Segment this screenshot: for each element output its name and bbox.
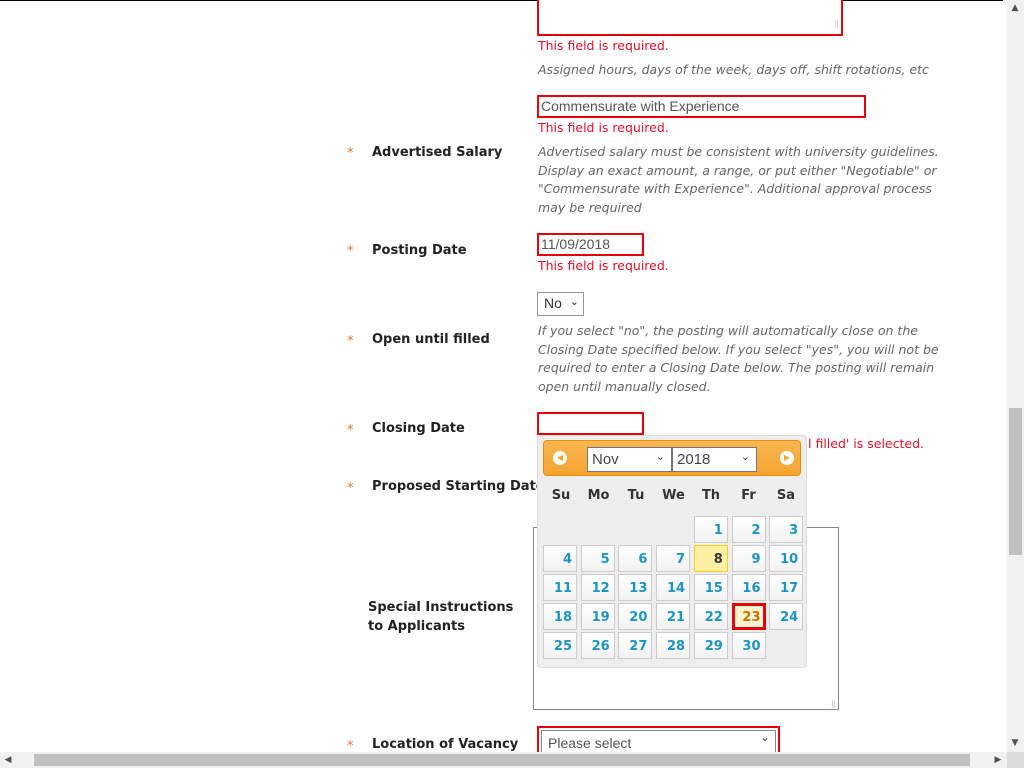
- open-until-filled-select[interactable]: No ⌄: [537, 292, 584, 316]
- day-cell-7[interactable]: 7: [656, 545, 691, 572]
- day-cell-3[interactable]: 3: [769, 516, 804, 543]
- day-cell-1[interactable]: 1: [693, 516, 728, 543]
- horizontal-scrollbar[interactable]: ◀ ▶: [0, 752, 1007, 768]
- required-star-icon: *: [347, 334, 354, 349]
- advertised-salary-input[interactable]: Commensurate with Experience: [537, 95, 866, 118]
- day-cell-9[interactable]: 9: [731, 545, 766, 572]
- day-cell-5[interactable]: 5: [580, 545, 615, 572]
- day-cell-25[interactable]: 25: [543, 632, 577, 659]
- day-cell-15[interactable]: 15: [693, 574, 728, 601]
- day-cell-26[interactable]: 26: [580, 632, 615, 659]
- open-until-filled-hint: If you select "no", the posting will aut…: [538, 323, 939, 394]
- weekday-header: We: [662, 488, 685, 503]
- schedule-hint: Assigned hours, days of the week, days o…: [538, 62, 929, 77]
- horizontal-scroll-thumb[interactable]: [34, 754, 970, 766]
- day-cell-10[interactable]: 10: [769, 545, 804, 572]
- datepicker: ◀ Nov ⌄ 2018 ⌄ ▶ Su Mo Tu We Th Fr Sa 1234567891…: [537, 435, 807, 668]
- weekday-header: Tu: [627, 488, 645, 503]
- open-until-filled-value: No: [544, 295, 562, 311]
- next-month-icon[interactable]: ▶: [780, 451, 794, 465]
- weekday-header: Th: [701, 488, 721, 503]
- required-star-icon: *: [347, 481, 354, 496]
- weekday-header: Mo: [587, 488, 610, 503]
- day-cell-22[interactable]: 22: [693, 603, 728, 630]
- closing-date-input[interactable]: [537, 412, 644, 435]
- day-cell-18[interactable]: 18: [543, 603, 577, 630]
- datepicker-header: ◀ Nov ⌄ 2018 ⌄ ▶: [543, 440, 801, 476]
- year-value: 2018: [677, 451, 711, 468]
- day-cell-12[interactable]: 12: [580, 574, 615, 601]
- vertical-scrollbar[interactable]: ▲ ▼: [1007, 0, 1024, 752]
- day-cell-20[interactable]: 20: [618, 603, 653, 630]
- day-cell-11[interactable]: 11: [543, 574, 577, 601]
- open-until-filled-label: Open until filled: [372, 332, 490, 347]
- resize-grip-icon[interactable]: ⣿: [831, 700, 836, 708]
- required-star-icon: *: [347, 244, 354, 259]
- posting-date-label: Posting Date: [372, 243, 467, 258]
- year-select[interactable]: 2018 ⌄: [672, 447, 757, 472]
- day-cell-19[interactable]: 19: [580, 603, 615, 630]
- scroll-right-icon[interactable]: ▶: [990, 755, 1006, 765]
- required-star-icon: *: [347, 423, 354, 438]
- scroll-left-icon[interactable]: ◀: [0, 755, 16, 765]
- salary-error: This field is required.: [538, 120, 669, 135]
- scroll-down-icon[interactable]: ▼: [1007, 738, 1023, 748]
- day-cell-30[interactable]: 30: [731, 632, 766, 659]
- chevron-down-icon: ⌄: [569, 296, 579, 308]
- chevron-down-icon: ⌄: [655, 451, 665, 463]
- day-cell-28[interactable]: 28: [656, 632, 691, 659]
- required-star-icon: *: [347, 146, 354, 161]
- day-cell-14[interactable]: 14: [656, 574, 691, 601]
- work-schedule-textarea[interactable]: ⣿: [537, 0, 843, 36]
- location-label: Location of Vacancy: [372, 737, 519, 752]
- day-cell-4[interactable]: 4: [543, 545, 577, 572]
- closing-date-label: Closing Date: [372, 421, 465, 436]
- chevron-down-icon: ⌄: [740, 451, 750, 463]
- scrollbar-corner: [1007, 752, 1024, 768]
- resize-grip-icon[interactable]: ⣿: [834, 17, 839, 33]
- schedule-error: This field is required.: [538, 38, 669, 53]
- day-cell-23[interactable]: 23: [731, 603, 766, 630]
- weekday-header: Sa: [776, 488, 796, 503]
- salary-hint: Advertised salary must be consistent wit…: [538, 144, 939, 215]
- scroll-up-icon[interactable]: ▲: [1007, 3, 1023, 13]
- day-cell-29[interactable]: 29: [693, 632, 728, 659]
- prev-month-icon[interactable]: ◀: [553, 451, 567, 465]
- closing-error: l filled' is selected.: [808, 436, 924, 451]
- posting-error: This field is required.: [538, 258, 669, 273]
- weekday-header: Fr: [741, 488, 756, 503]
- day-cell-27[interactable]: 27: [618, 632, 653, 659]
- day-cell-8[interactable]: 8: [693, 545, 728, 572]
- posting-date-input[interactable]: 11/09/2018: [537, 233, 644, 256]
- day-cell-21[interactable]: 21: [656, 603, 691, 630]
- weekday-header: Su: [551, 488, 571, 503]
- vertical-scroll-thumb[interactable]: [1009, 408, 1022, 555]
- day-cell-2[interactable]: 2: [731, 516, 766, 543]
- day-cell-16[interactable]: 16: [731, 574, 766, 601]
- chevron-down-icon: ⌄: [759, 730, 770, 744]
- month-value: Nov: [592, 451, 619, 468]
- advertised-salary-label: Advertised Salary: [372, 145, 503, 160]
- special-instructions-label: Special Instructions to Applicants: [368, 600, 514, 634]
- day-cell-6[interactable]: 6: [618, 545, 653, 572]
- day-cell-17[interactable]: 17: [769, 574, 804, 601]
- day-cell-24[interactable]: 24: [769, 603, 804, 630]
- top-border: [0, 0, 1003, 1]
- day-cell-13[interactable]: 13: [618, 574, 653, 601]
- month-select[interactable]: Nov ⌄: [587, 447, 672, 472]
- proposed-starting-date-label: Proposed Starting Date: [372, 479, 545, 494]
